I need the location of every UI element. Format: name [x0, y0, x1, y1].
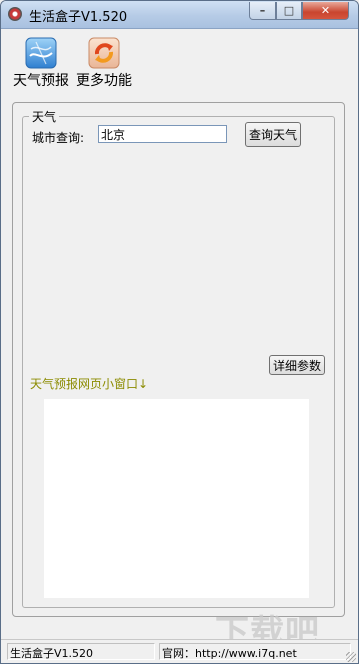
- weather-icon: [25, 37, 57, 69]
- status-website[interactable]: 官网：http://www.i7q.net: [159, 643, 351, 660]
- resize-grip-icon[interactable]: [346, 652, 356, 662]
- toolbar-more-label: 更多功能: [76, 73, 132, 89]
- title-bar[interactable]: 生活盒子V1.520 – □ ✕: [1, 1, 358, 29]
- app-icon[interactable]: [8, 7, 22, 21]
- weather-web-view[interactable]: [44, 399, 309, 598]
- more-functions-icon: [88, 37, 120, 69]
- toolbar-more-button[interactable]: 更多功能: [73, 37, 135, 90]
- toolbar-weather-button[interactable]: 天气预报: [9, 37, 73, 90]
- weather-group-title: 天气: [29, 108, 60, 125]
- city-input[interactable]: [98, 125, 227, 143]
- maximize-button[interactable]: □: [276, 2, 302, 20]
- query-weather-button[interactable]: 查询天气: [245, 122, 301, 147]
- close-icon: ✕: [320, 4, 331, 17]
- toolbar-weather-label: 天气预报: [13, 73, 69, 89]
- window-title: 生活盒子V1.520: [29, 10, 128, 25]
- city-query-label: 城市查询:: [32, 131, 85, 145]
- mini-window-label: 天气预报网页小窗口↓: [30, 377, 149, 391]
- close-button[interactable]: ✕: [302, 2, 349, 20]
- detail-params-button[interactable]: 详细参数: [269, 355, 325, 375]
- minimize-icon: –: [259, 4, 266, 17]
- minimize-button[interactable]: –: [249, 2, 276, 20]
- status-version: 生活盒子V1.520: [7, 643, 155, 660]
- app-window: 生活盒子V1.520 – □ ✕ 天气预报 更多功能 天气 城市查询: 北京 查…: [0, 0, 359, 664]
- status-bar: 生活盒子V1.520 官网：http://www.i7q.net: [1, 639, 358, 663]
- maximize-icon: □: [283, 4, 295, 17]
